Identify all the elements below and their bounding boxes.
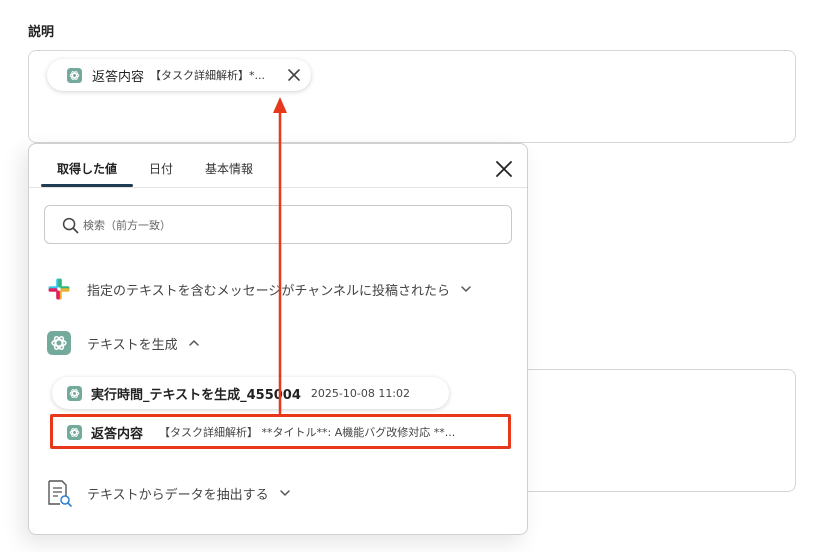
search-icon <box>62 217 79 234</box>
close-icon[interactable] <box>495 160 513 178</box>
active-tab-indicator <box>41 184 133 187</box>
slack-icon <box>48 278 70 300</box>
item-value: 2025-10-08 11:02 <box>310 386 411 400</box>
group-label: 指定のテキストを含むメッセージがチャンネルに投稿されたら <box>87 283 450 299</box>
tab-bar: 取得した値 日付 基本情報 <box>29 144 527 188</box>
tab-acquired-values[interactable]: 取得した値 <box>57 160 117 177</box>
group-label: テキストからデータを抽出する <box>87 487 269 503</box>
group-extract-data[interactable]: テキストからデータを抽出する <box>47 478 291 508</box>
document-search-icon <box>48 480 72 507</box>
search-input[interactable] <box>83 214 483 236</box>
value-item-execution-time[interactable]: 実行時間_テキストを生成_455004 2025-10-08 11:02 <box>52 377 449 409</box>
value-picker-popup: 取得した値 日付 基本情報 検索（前方一致） 指定のテキストを含むメッセージがチ… <box>28 143 528 535</box>
chatgpt-icon <box>47 331 71 355</box>
chip-name: 返答内容 <box>92 69 145 85</box>
chatgpt-icon <box>67 385 82 401</box>
group-slack-trigger[interactable]: 指定のテキストを含むメッセージがチャンネルに投稿されたら <box>47 274 472 304</box>
value-chip[interactable]: 返答内容 【タスク詳細解析】*... <box>47 59 311 91</box>
search-box[interactable] <box>44 205 512 244</box>
group-label: テキストを生成 <box>87 337 178 353</box>
background-field[interactable] <box>520 369 796 492</box>
chevron-down-icon <box>279 490 290 496</box>
group-generate-text[interactable]: テキストを生成 <box>47 328 200 358</box>
item-name: 実行時間_テキストを生成_455004 <box>91 387 301 403</box>
chatgpt-icon <box>67 67 82 83</box>
description-label: 説明 <box>28 25 55 40</box>
chevron-down-icon <box>461 286 471 292</box>
tab-basic-info[interactable]: 基本情報 <box>205 160 253 177</box>
highlight-box <box>50 414 511 449</box>
screen: 説明 返答内容 【タスク詳細解析】*... 取得した値 日付 基本情報 検索（前… <box>0 0 830 552</box>
chip-value: 【タスク詳細解析】*... <box>150 69 266 82</box>
chevron-up-icon <box>188 340 199 346</box>
tab-date[interactable]: 日付 <box>149 160 173 177</box>
close-icon[interactable] <box>287 68 301 82</box>
